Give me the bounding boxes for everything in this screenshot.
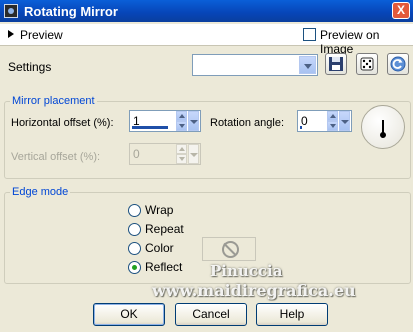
horizontal-offset-slider-bar[interactable] <box>132 126 168 129</box>
vertical-offset-value: 0 <box>133 147 140 161</box>
settings-row: Settings <box>0 49 413 83</box>
preview-toggle[interactable]: Preview <box>20 28 63 42</box>
rotation-angle-field[interactable]: 0 <box>297 110 352 132</box>
rotation-angle-spinner[interactable] <box>327 111 338 131</box>
reset-button[interactable] <box>387 53 409 75</box>
radio-repeat[interactable] <box>128 223 141 236</box>
edge-mode-title: Edge mode <box>10 186 71 198</box>
radio-color[interactable] <box>128 242 141 255</box>
chevron-down-icon[interactable] <box>299 56 316 74</box>
close-button[interactable]: X <box>392 2 410 19</box>
ok-button[interactable]: OK <box>93 303 165 326</box>
preset-dropdown[interactable] <box>192 54 318 76</box>
preview-on-image-checkbox[interactable] <box>303 28 316 41</box>
cancel-button[interactable]: Cancel <box>175 303 247 326</box>
arrow-down-icon[interactable] <box>176 154 187 164</box>
radio-reflect-label[interactable]: Reflect <box>145 260 182 274</box>
title-bar: Rotating Mirror X <box>0 0 413 22</box>
vertical-offset-field[interactable]: 0 <box>129 143 201 165</box>
arrow-down-icon[interactable] <box>176 121 187 131</box>
floppy-disk-icon <box>329 57 343 71</box>
horizontal-offset-spinner[interactable] <box>176 111 187 131</box>
vertical-offset-label: Vertical offset (%): <box>11 151 101 163</box>
radio-repeat-label[interactable]: Repeat <box>145 222 184 236</box>
mirror-placement-title: Mirror placement <box>10 95 97 107</box>
rotation-angle-value: 0 <box>301 114 308 128</box>
reset-arrow-icon <box>390 56 406 72</box>
chevron-down-icon[interactable] <box>339 111 350 131</box>
arrow-down-icon[interactable] <box>327 121 338 131</box>
no-color-icon <box>222 241 239 258</box>
horizontal-offset-field[interactable]: 1 <box>129 110 201 132</box>
rotation-dial[interactable] <box>361 105 405 149</box>
arrow-up-icon[interactable] <box>176 144 187 154</box>
preview-row: Preview Preview on Image <box>0 24 413 56</box>
radio-wrap-label[interactable]: Wrap <box>145 203 173 217</box>
settings-label: Settings <box>8 60 52 74</box>
radio-wrap[interactable] <box>128 204 141 217</box>
watermark-url: www.maidiregrafica.eu <box>152 281 356 300</box>
arrow-up-icon[interactable] <box>176 111 187 121</box>
horizontal-offset-label: Horizontal offset (%): <box>11 117 114 129</box>
chevron-down-icon[interactable] <box>188 111 199 131</box>
edge-color-swatch[interactable] <box>202 237 256 261</box>
app-icon <box>4 4 18 18</box>
randomize-button[interactable] <box>356 53 378 75</box>
chevron-down-icon[interactable] <box>188 144 199 164</box>
dial-center <box>380 132 386 138</box>
rotation-angle-slider-bar[interactable] <box>300 126 302 129</box>
dice-icon <box>360 57 374 71</box>
save-preset-button[interactable] <box>325 53 347 75</box>
help-button[interactable]: Help <box>256 303 328 326</box>
radio-color-label[interactable]: Color <box>145 241 174 255</box>
watermark-name: Pinuccia <box>210 262 283 280</box>
radio-reflect[interactable] <box>128 261 141 274</box>
arrow-up-icon[interactable] <box>327 111 338 121</box>
rotation-angle-label: Rotation angle: <box>210 117 284 129</box>
vertical-offset-spinner[interactable] <box>176 144 187 164</box>
window-title: Rotating Mirror <box>24 3 118 19</box>
expand-arrow-icon[interactable] <box>8 30 14 38</box>
